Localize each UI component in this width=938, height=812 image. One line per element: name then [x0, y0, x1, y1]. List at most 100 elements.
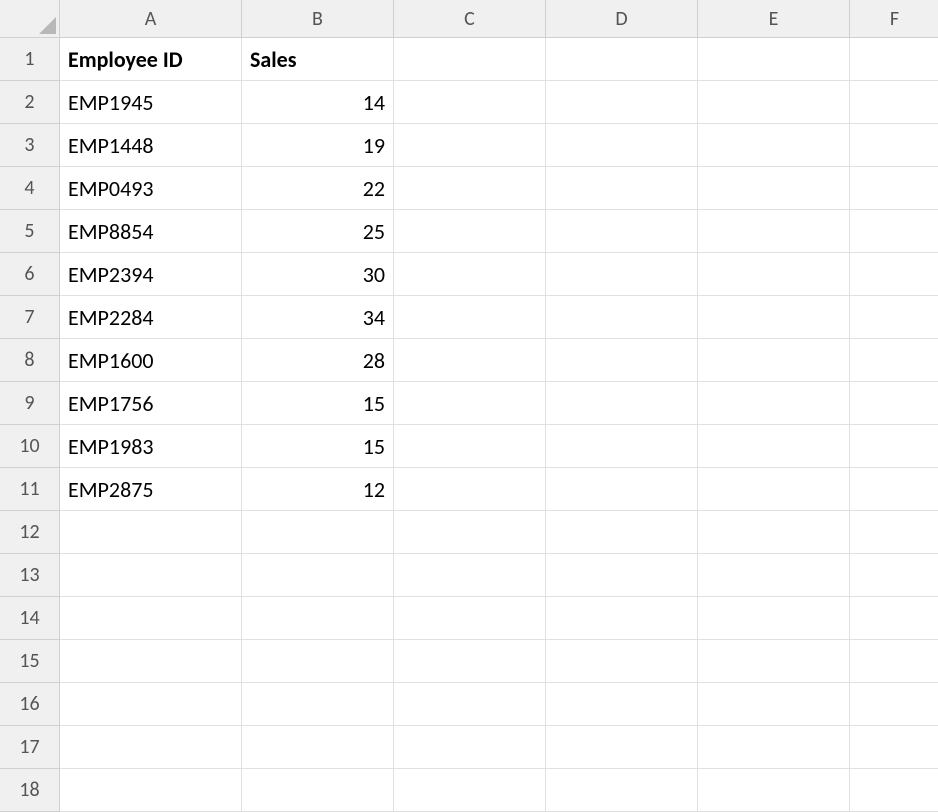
row-header-16[interactable]: 16: [0, 683, 60, 726]
row-header-1[interactable]: 1: [0, 38, 60, 81]
cell-C2[interactable]: [394, 81, 546, 124]
cell-D2[interactable]: [546, 81, 698, 124]
row-header-17[interactable]: 17: [0, 726, 60, 769]
cell-F7[interactable]: [850, 296, 938, 339]
cell-B11[interactable]: 12: [242, 468, 394, 511]
cell-D13[interactable]: [546, 554, 698, 597]
row-header-12[interactable]: 12: [0, 511, 60, 554]
cell-C12[interactable]: [394, 511, 546, 554]
cell-A8[interactable]: EMP1600: [60, 339, 242, 382]
cell-F3[interactable]: [850, 124, 938, 167]
cell-E2[interactable]: [698, 81, 850, 124]
cell-C4[interactable]: [394, 167, 546, 210]
cell-F14[interactable]: [850, 597, 938, 640]
cell-B17[interactable]: [242, 726, 394, 769]
cell-E13[interactable]: [698, 554, 850, 597]
cell-E8[interactable]: [698, 339, 850, 382]
cell-C7[interactable]: [394, 296, 546, 339]
cell-A5[interactable]: EMP8854: [60, 210, 242, 253]
cell-A16[interactable]: [60, 683, 242, 726]
cell-D15[interactable]: [546, 640, 698, 683]
cell-D1[interactable]: [546, 38, 698, 81]
row-header-14[interactable]: 14: [0, 597, 60, 640]
cell-B6[interactable]: 30: [242, 253, 394, 296]
cell-C8[interactable]: [394, 339, 546, 382]
cell-F11[interactable]: [850, 468, 938, 511]
cell-B13[interactable]: [242, 554, 394, 597]
cell-E12[interactable]: [698, 511, 850, 554]
row-header-8[interactable]: 8: [0, 339, 60, 382]
row-header-4[interactable]: 4: [0, 167, 60, 210]
cell-D10[interactable]: [546, 425, 698, 468]
cell-C14[interactable]: [394, 597, 546, 640]
cell-E1[interactable]: [698, 38, 850, 81]
row-header-15[interactable]: 15: [0, 640, 60, 683]
cell-B12[interactable]: [242, 511, 394, 554]
cell-E18[interactable]: [698, 769, 850, 812]
column-header-B[interactable]: B: [242, 0, 394, 38]
cell-D7[interactable]: [546, 296, 698, 339]
cell-F1[interactable]: [850, 38, 938, 81]
cell-E4[interactable]: [698, 167, 850, 210]
cell-B9[interactable]: 15: [242, 382, 394, 425]
cell-C17[interactable]: [394, 726, 546, 769]
column-header-F[interactable]: F: [850, 0, 938, 38]
cell-C18[interactable]: [394, 769, 546, 812]
cell-D14[interactable]: [546, 597, 698, 640]
cell-C3[interactable]: [394, 124, 546, 167]
cell-F18[interactable]: [850, 769, 938, 812]
cell-A14[interactable]: [60, 597, 242, 640]
cell-F16[interactable]: [850, 683, 938, 726]
cell-D4[interactable]: [546, 167, 698, 210]
cell-A11[interactable]: EMP2875: [60, 468, 242, 511]
spreadsheet-grid[interactable]: ABCDEF1Employee IDSales2EMP1945143EMP144…: [0, 0, 938, 812]
cell-F8[interactable]: [850, 339, 938, 382]
cell-A6[interactable]: EMP2394: [60, 253, 242, 296]
cell-F2[interactable]: [850, 81, 938, 124]
row-header-3[interactable]: 3: [0, 124, 60, 167]
cell-B3[interactable]: 19: [242, 124, 394, 167]
cell-A13[interactable]: [60, 554, 242, 597]
cell-F5[interactable]: [850, 210, 938, 253]
column-header-E[interactable]: E: [698, 0, 850, 38]
cell-E11[interactable]: [698, 468, 850, 511]
cell-C1[interactable]: [394, 38, 546, 81]
row-header-13[interactable]: 13: [0, 554, 60, 597]
cell-B1[interactable]: Sales: [242, 38, 394, 81]
cell-D16[interactable]: [546, 683, 698, 726]
select-all-corner[interactable]: [0, 0, 60, 38]
cell-A1[interactable]: Employee ID: [60, 38, 242, 81]
cell-A18[interactable]: [60, 769, 242, 812]
cell-E10[interactable]: [698, 425, 850, 468]
cell-A17[interactable]: [60, 726, 242, 769]
column-header-A[interactable]: A: [60, 0, 242, 38]
cell-B7[interactable]: 34: [242, 296, 394, 339]
cell-D17[interactable]: [546, 726, 698, 769]
cell-C6[interactable]: [394, 253, 546, 296]
row-header-6[interactable]: 6: [0, 253, 60, 296]
cell-C15[interactable]: [394, 640, 546, 683]
cell-F4[interactable]: [850, 167, 938, 210]
cell-E5[interactable]: [698, 210, 850, 253]
cell-E15[interactable]: [698, 640, 850, 683]
cell-A12[interactable]: [60, 511, 242, 554]
row-header-2[interactable]: 2: [0, 81, 60, 124]
cell-C5[interactable]: [394, 210, 546, 253]
cell-A10[interactable]: EMP1983: [60, 425, 242, 468]
cell-A15[interactable]: [60, 640, 242, 683]
cell-A7[interactable]: EMP2284: [60, 296, 242, 339]
cell-B14[interactable]: [242, 597, 394, 640]
cell-F10[interactable]: [850, 425, 938, 468]
cell-F13[interactable]: [850, 554, 938, 597]
cell-E16[interactable]: [698, 683, 850, 726]
cell-C13[interactable]: [394, 554, 546, 597]
cell-F6[interactable]: [850, 253, 938, 296]
cell-C11[interactable]: [394, 468, 546, 511]
cell-C16[interactable]: [394, 683, 546, 726]
cell-B2[interactable]: 14: [242, 81, 394, 124]
cell-F17[interactable]: [850, 726, 938, 769]
cell-E7[interactable]: [698, 296, 850, 339]
row-header-10[interactable]: 10: [0, 425, 60, 468]
cell-E9[interactable]: [698, 382, 850, 425]
cell-A9[interactable]: EMP1756: [60, 382, 242, 425]
